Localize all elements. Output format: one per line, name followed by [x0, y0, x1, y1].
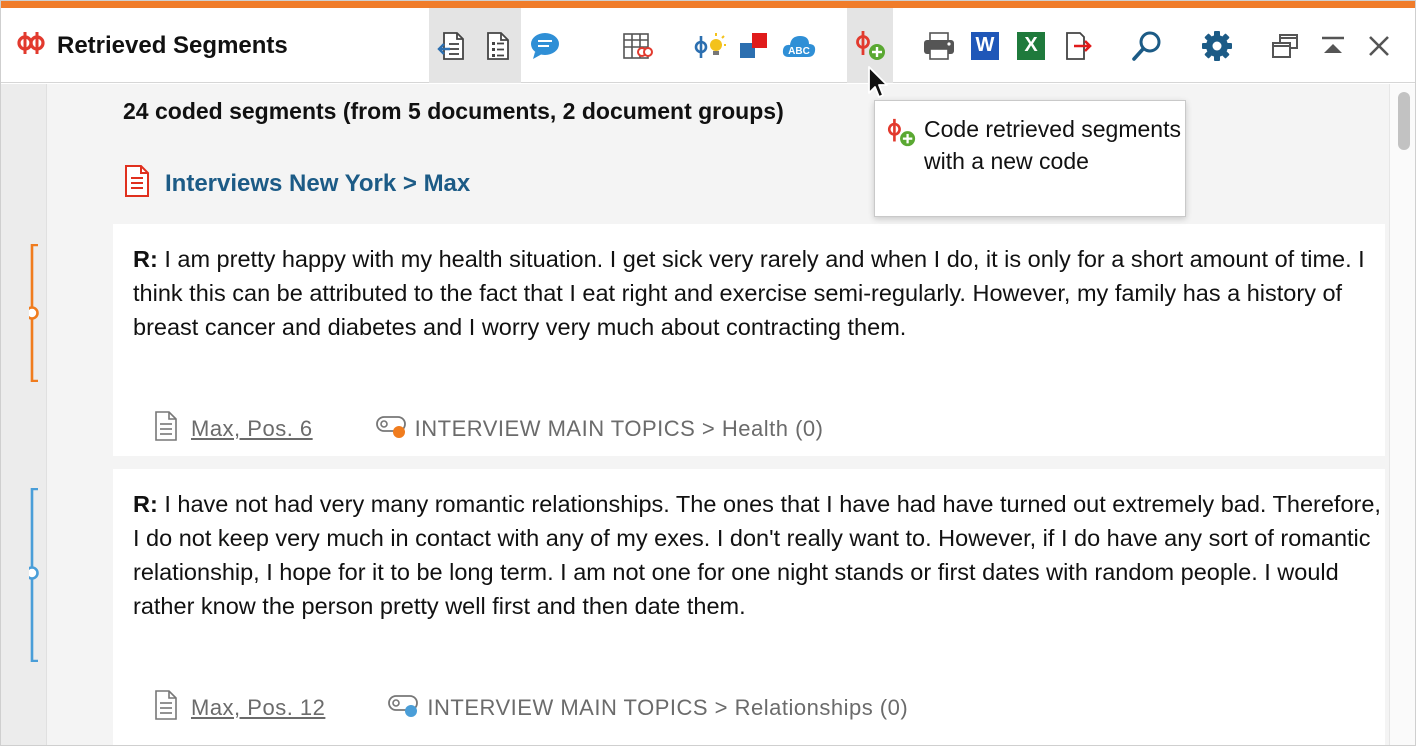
segment-2-body: I have not had very many romantic relati… — [133, 491, 1381, 619]
code-tag-icon — [387, 692, 421, 724]
svg-text:ABC: ABC — [788, 46, 810, 57]
document-link[interactable]: Interviews New York > Max — [165, 170, 470, 198]
segment-2-meta: Max, Pos. 12 INTERVIEW MAIN TOPICS > Rel… — [153, 689, 908, 727]
list-view-button[interactable] — [475, 8, 521, 83]
scrollbar-thumb[interactable] — [1398, 92, 1410, 150]
segment-2-bracket[interactable] — [25, 487, 39, 663]
segment-2-speaker: R: — [133, 491, 158, 517]
segment-2-code-label[interactable]: INTERVIEW MAIN TOPICS > Relationships (0… — [427, 695, 908, 721]
overview-table-button[interactable] — [615, 8, 659, 83]
comment-button[interactable] — [523, 8, 567, 83]
print-button[interactable] — [917, 8, 961, 83]
window-title-area: Retrieved Segments — [17, 8, 288, 83]
tooltip: Code retrieved segments with a new code — [874, 100, 1186, 217]
source-document-icon — [153, 410, 179, 448]
export-button[interactable] — [1057, 8, 1101, 83]
segment-1-speaker: R: — [133, 246, 158, 272]
segment-1-bracket[interactable] — [25, 243, 39, 383]
code-tag-icon — [375, 413, 409, 445]
code-new-icon — [885, 117, 917, 154]
table-overview-icon — [621, 30, 653, 62]
segment-2-source-link[interactable]: Max, Pos. 12 — [191, 695, 325, 721]
code-idea-icon — [692, 30, 726, 62]
color-coding-button[interactable] — [733, 8, 773, 83]
comment-icon — [529, 31, 561, 61]
coded-segment-1[interactable]: R: I am pretty happy with my health situ… — [113, 224, 1385, 456]
segment-1-meta: Max, Pos. 6 INTERVIEW MAIN TOPICS > Heal… — [153, 410, 823, 448]
list-view-icon — [484, 30, 512, 62]
settings-button[interactable] — [1195, 8, 1239, 83]
segment-summary: 24 coded segments (from 5 documents, 2 d… — [123, 98, 784, 124]
excel-export-icon: X — [1017, 31, 1045, 60]
toolbar: Retrieved Segments ABC W X — [1, 8, 1415, 83]
segment-2-text: R: I have not had very many romantic rel… — [133, 487, 1383, 623]
export-excel-button[interactable]: X — [1009, 8, 1053, 83]
settings-icon — [1201, 30, 1233, 62]
collapse-icon — [1320, 35, 1346, 57]
segment-1-text: R: I am pretty happy with my health situ… — [133, 242, 1383, 344]
document-icon — [123, 164, 151, 203]
word-cloud-icon: ABC — [781, 31, 817, 61]
mouse-pointer-icon — [867, 65, 891, 106]
undock-window-icon — [1270, 32, 1300, 60]
window-title: Retrieved Segments — [57, 31, 288, 59]
search-button[interactable] — [1125, 8, 1169, 83]
vertical-scrollbar[interactable] — [1389, 84, 1415, 745]
undock-window-button[interactable] — [1263, 8, 1307, 83]
search-icon — [1130, 29, 1164, 63]
close-button[interactable] — [1357, 8, 1401, 83]
close-icon — [1367, 34, 1391, 58]
word-export-icon: W — [971, 31, 999, 60]
window-accent-bar — [1, 1, 1415, 8]
segment-1-code-label[interactable]: INTERVIEW MAIN TOPICS > Health (0) — [415, 416, 824, 442]
collapse-button[interactable] — [1311, 8, 1355, 83]
retrieved-segments-window: Retrieved Segments ABC W X 24 coded segm… — [0, 0, 1416, 746]
print-icon — [922, 30, 956, 62]
source-document-icon — [153, 689, 179, 727]
activate-document-icon — [437, 30, 467, 62]
export-word-button[interactable]: W — [963, 8, 1007, 83]
export-icon — [1063, 30, 1095, 62]
code-new-icon — [853, 29, 887, 63]
activate-document-button[interactable] — [429, 8, 475, 83]
document-heading: Interviews New York > Max — [123, 164, 470, 203]
code-memo-button[interactable] — [687, 8, 731, 83]
color-squares-icon — [737, 31, 769, 61]
segment-1-source-link[interactable]: Max, Pos. 6 — [191, 416, 313, 442]
coded-segment-2[interactable]: R: I have not had very many romantic rel… — [113, 469, 1385, 745]
segment-1-body: I am pretty happy with my health situati… — [133, 246, 1365, 340]
retrieved-segments-icon — [17, 30, 45, 61]
tooltip-text: Code retrieved segments with a new code — [924, 116, 1181, 174]
word-cloud-button[interactable]: ABC — [777, 8, 821, 83]
